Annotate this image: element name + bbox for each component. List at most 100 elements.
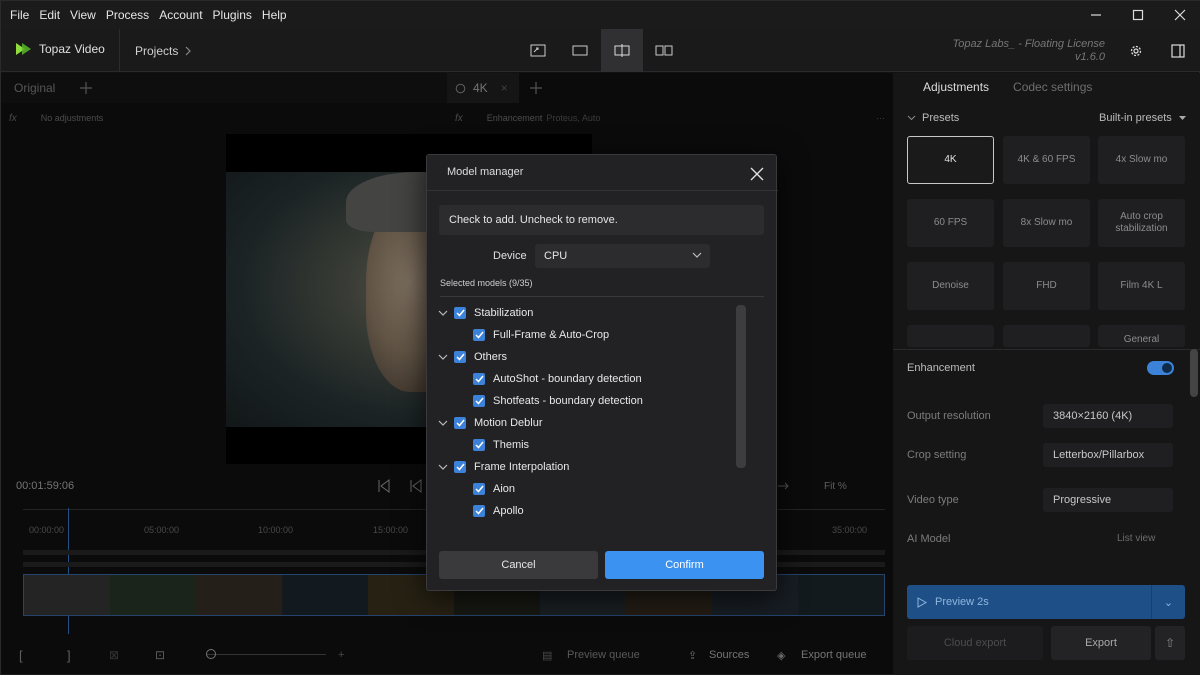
menu-bar: File Edit View Process Account Plugins H… xyxy=(1,1,1200,29)
crop-setting-select[interactable]: Letterbox/Pillarbox xyxy=(1043,443,1173,467)
group-stabilization[interactable]: Stabilization xyxy=(437,303,533,323)
menu-plugins[interactable]: Plugins xyxy=(213,8,252,22)
right-tabs: Adjustments Codec settings xyxy=(893,73,1200,101)
share-icon[interactable]: ⇧ xyxy=(1155,626,1185,660)
caret-down-icon xyxy=(1179,116,1186,120)
tab-codec-settings[interactable]: Codec settings xyxy=(1013,80,1092,94)
menu-process[interactable]: Process xyxy=(106,8,149,22)
chevron-down-icon[interactable] xyxy=(907,115,916,121)
checkbox-checked-icon[interactable] xyxy=(473,373,485,385)
model-manager-dialog: Model manager Check to add. Uncheck to r… xyxy=(426,154,778,591)
confirm-button[interactable]: Confirm xyxy=(605,551,764,579)
preset-fhd[interactable]: FHD xyxy=(1003,262,1090,310)
chevron-down-icon[interactable] xyxy=(437,310,449,316)
tab-adjustments[interactable]: Adjustments xyxy=(923,80,989,94)
projects-label: Projects xyxy=(135,43,179,58)
info-banner: Check to add. Uncheck to remove. xyxy=(439,205,764,235)
checkbox-checked-icon[interactable] xyxy=(473,483,485,495)
item-label: Full-Frame & Auto-Crop xyxy=(493,329,610,341)
menu-edit[interactable]: Edit xyxy=(39,8,60,22)
enhancement-section-label: Enhancement xyxy=(907,362,975,374)
device-select[interactable]: CPU xyxy=(535,244,710,268)
close-icon[interactable] xyxy=(748,165,766,183)
chevron-down-icon[interactable] xyxy=(437,464,449,470)
version-text: v1.6.0 xyxy=(1075,51,1105,63)
presets-dropdown[interactable]: Built-in presets xyxy=(1099,112,1172,124)
checkbox-checked-icon[interactable] xyxy=(473,439,485,451)
right-panel: Adjustments Codec settings Presets Built… xyxy=(893,73,1200,675)
model-apollo[interactable]: Apollo xyxy=(473,501,524,521)
output-resolution-select[interactable]: 3840×2160 (4K) xyxy=(1043,404,1173,428)
play-icon xyxy=(917,596,927,608)
selected-count: Selected models (9/35) xyxy=(440,278,533,288)
menu-help[interactable]: Help xyxy=(262,8,287,22)
item-label: Aion xyxy=(493,483,516,495)
ai-model-label: AI Model xyxy=(907,533,951,545)
maximize-button[interactable] xyxy=(1117,1,1159,29)
item-label: Motion Deblur xyxy=(474,417,543,429)
cloud-export-button[interactable]: Cloud export xyxy=(907,626,1043,660)
toggle-panel-button[interactable] xyxy=(1164,37,1192,65)
close-window-button[interactable] xyxy=(1159,1,1200,29)
view-side-by-side-button[interactable] xyxy=(643,29,685,72)
list-scrollbar[interactable] xyxy=(736,305,746,468)
gear-icon xyxy=(1130,45,1142,57)
projects-breadcrumb[interactable]: Projects xyxy=(119,29,192,72)
group-frame-interpolation[interactable]: Frame Interpolation xyxy=(437,457,569,477)
group-others[interactable]: Others xyxy=(437,347,507,367)
panel-scrollbar[interactable] xyxy=(1190,349,1198,397)
preset-8x-slow-mo[interactable]: 8x Slow mo xyxy=(1003,199,1090,247)
settings-button[interactable] xyxy=(1122,37,1150,65)
chevron-down-icon[interactable] xyxy=(437,354,449,360)
view-mode-group xyxy=(517,29,685,72)
view-zoom-button[interactable] xyxy=(517,29,559,72)
preview-options-icon[interactable]: ⌄ xyxy=(1151,585,1185,619)
preset-60fps[interactable]: 60 FPS xyxy=(907,199,994,247)
model-shotfeats[interactable]: Shotfeats - boundary detection xyxy=(473,391,643,411)
model-themis[interactable]: Themis xyxy=(473,435,529,455)
model-autoshot[interactable]: AutoShot - boundary detection xyxy=(473,369,642,389)
preset-general[interactable]: General xyxy=(1098,325,1185,347)
item-label: Shotfeats - boundary detection xyxy=(493,395,643,407)
model-aion[interactable]: Aion xyxy=(473,479,515,499)
preset-4k[interactable]: 4K xyxy=(907,136,994,184)
license-info: Topaz Labs_ - Floating License v1.6.0 xyxy=(953,38,1105,64)
minimize-button[interactable] xyxy=(1075,1,1117,29)
device-value: CPU xyxy=(544,250,568,262)
preview-button[interactable]: Preview 2s ⌄ xyxy=(907,585,1185,619)
chevron-right-icon xyxy=(185,46,192,55)
checkbox-checked-icon[interactable] xyxy=(473,329,485,341)
export-button[interactable]: Export xyxy=(1051,626,1151,660)
preset-film-4k-l[interactable]: Film 4K L xyxy=(1098,262,1185,310)
checkbox-checked-icon[interactable] xyxy=(473,395,485,407)
view-single-button[interactable] xyxy=(559,29,601,72)
split-view-icon xyxy=(614,44,630,57)
dialog-title: Model manager xyxy=(447,166,524,178)
group-motion-deblur[interactable]: Motion Deblur xyxy=(437,413,542,433)
menu-account[interactable]: Account xyxy=(159,8,202,22)
checkbox-checked-icon[interactable] xyxy=(454,461,466,473)
preset-partial-1[interactable] xyxy=(907,325,994,347)
divider xyxy=(893,349,1200,350)
chevron-down-icon[interactable] xyxy=(437,420,449,426)
topaz-logo-icon xyxy=(16,43,31,55)
menu-view[interactable]: View xyxy=(70,8,96,22)
preset-partial-2[interactable] xyxy=(1003,325,1090,347)
preset-auto-crop[interactable]: Auto crop stabilization xyxy=(1098,199,1185,247)
model-full-frame-auto-crop[interactable]: Full-Frame & Auto-Crop xyxy=(473,325,609,345)
enhancement-toggle[interactable] xyxy=(1147,361,1174,375)
presets-label: Presets xyxy=(922,112,960,124)
checkbox-checked-icon[interactable] xyxy=(454,307,466,319)
preset-4k-60fps[interactable]: 4K & 60 FPS xyxy=(1003,136,1090,184)
item-label: Frame Interpolation xyxy=(474,461,570,473)
checkbox-checked-icon[interactable] xyxy=(473,505,485,517)
view-split-button[interactable] xyxy=(601,29,643,72)
cancel-button[interactable]: Cancel xyxy=(439,551,598,579)
list-view-toggle[interactable]: List view xyxy=(1117,533,1155,544)
checkbox-checked-icon[interactable] xyxy=(454,351,466,363)
preset-denoise[interactable]: Denoise xyxy=(907,262,994,310)
preset-4x-slow-mo[interactable]: 4x Slow mo xyxy=(1098,136,1185,184)
menu-file[interactable]: File xyxy=(10,8,29,22)
video-type-select[interactable]: Progressive xyxy=(1043,488,1173,512)
checkbox-checked-icon[interactable] xyxy=(454,417,466,429)
